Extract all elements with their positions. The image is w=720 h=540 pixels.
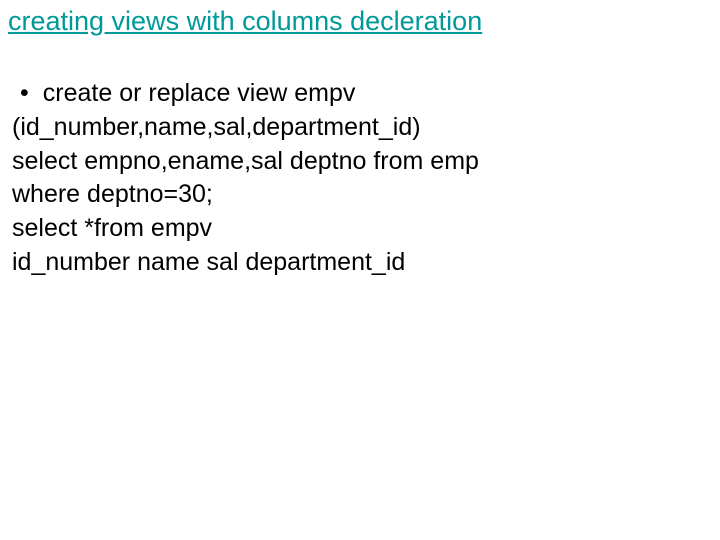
- slide-title: creating views with columns decleration: [8, 6, 712, 37]
- body-line-3: select empno,ename,sal deptno from emp: [12, 145, 712, 179]
- body-line-6: id_number name sal department_id: [12, 246, 712, 280]
- slide-container: creating views with columns decleration …: [0, 0, 720, 286]
- body-line-1: create or replace view empv: [43, 77, 356, 111]
- body-line-4: where deptno=30;: [12, 178, 712, 212]
- slide-body: • create or replace view empv (id_number…: [8, 77, 712, 280]
- body-line-2: (id_number,name,sal,department_id): [12, 111, 712, 145]
- bullet-symbol: •: [20, 77, 29, 111]
- body-line-5: select *from empv: [12, 212, 712, 246]
- bullet-line: • create or replace view empv: [8, 77, 712, 111]
